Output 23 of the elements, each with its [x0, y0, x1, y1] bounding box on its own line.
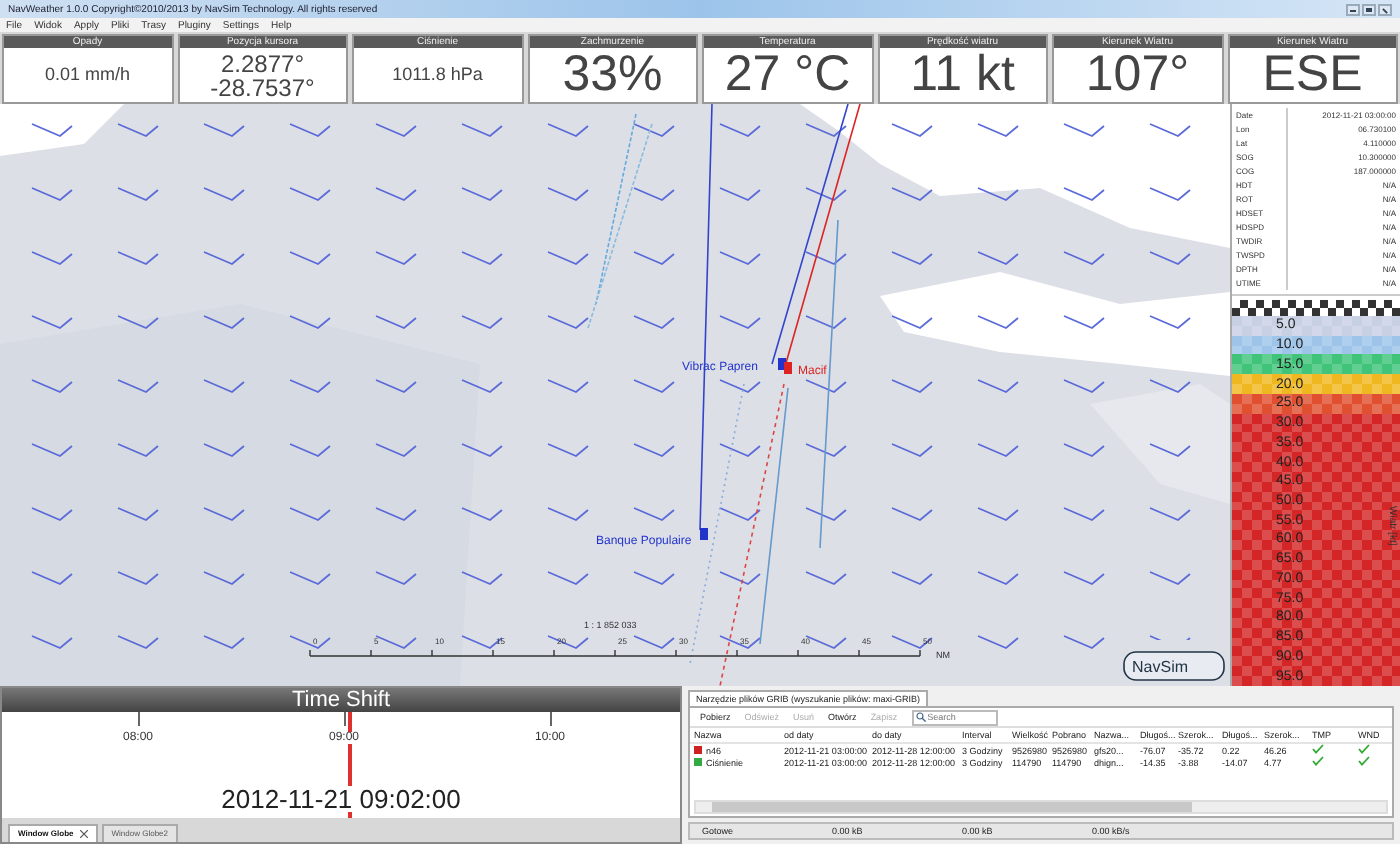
gauge-value: -28.7537° — [210, 75, 315, 99]
boat-marker[interactable] — [700, 528, 708, 540]
gauge-value: 1011.8 hPa — [392, 66, 483, 84]
tick-mark — [344, 712, 346, 726]
gauge-value: ESE — [1262, 50, 1363, 100]
tick-mark — [138, 712, 140, 726]
gauge-value: 27 °C — [724, 50, 851, 100]
panel-header: Time Shift — [2, 688, 680, 712]
gauge-value: 33% — [562, 50, 663, 100]
current-time: 2012-11-21 09:02:00 — [221, 786, 461, 812]
logo: NavSim — [1123, 651, 1225, 681]
tick-mark — [550, 712, 552, 726]
close-button[interactable] — [1378, 3, 1392, 15]
boat-marker[interactable] — [784, 362, 792, 374]
gauge-value: 107° — [1085, 50, 1190, 100]
close-icon[interactable] — [79, 830, 88, 838]
scrollbar[interactable] — [694, 800, 1388, 814]
search-icon — [915, 712, 926, 722]
gauge-value: 2.2877° — [220, 51, 304, 75]
gauge-value: 0.01 mm/h — [44, 66, 131, 84]
minimize-button[interactable] — [1346, 3, 1360, 15]
gauge-value: 11 kt — [910, 50, 1015, 100]
maximize-button[interactable] — [1362, 3, 1376, 15]
